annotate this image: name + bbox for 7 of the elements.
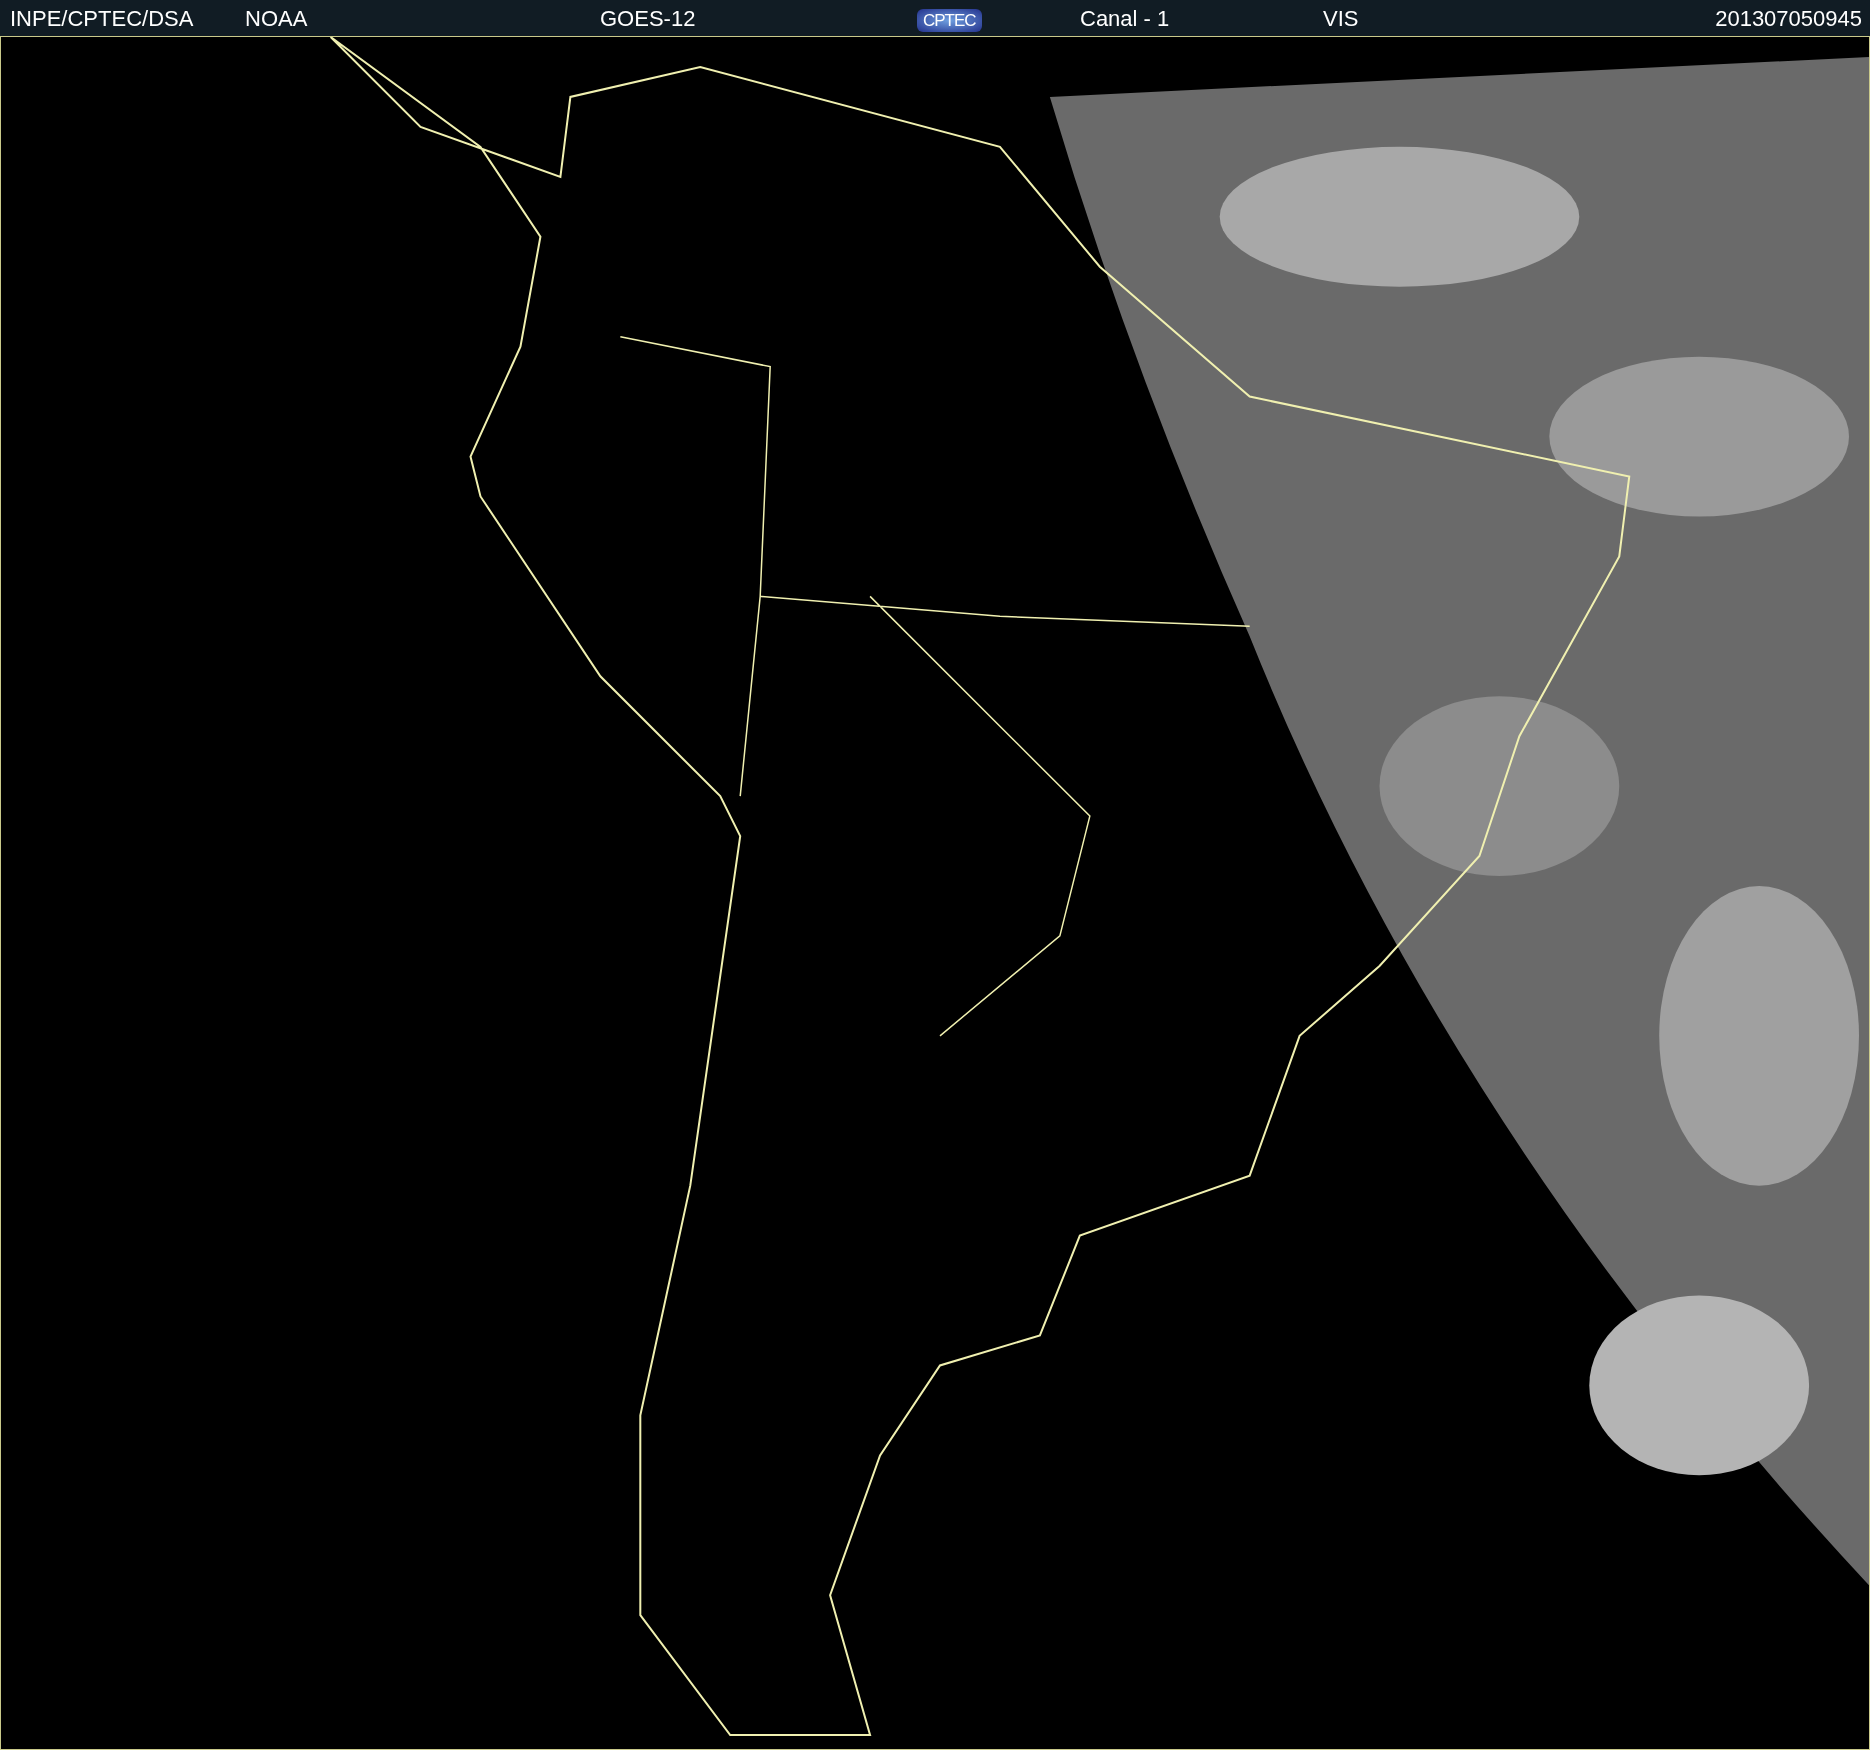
- logo: CPTEC: [917, 8, 982, 32]
- header-label: VIS: [1323, 5, 1359, 31]
- timestamp-text: 201307050945: [1715, 5, 1862, 31]
- header-label: Canal - 1: [1080, 5, 1170, 31]
- header-label: INPE/CPTEC/DSA: [10, 5, 194, 31]
- header-label: GOES-12: [600, 5, 696, 31]
- header-label: NOAA: [245, 5, 308, 31]
